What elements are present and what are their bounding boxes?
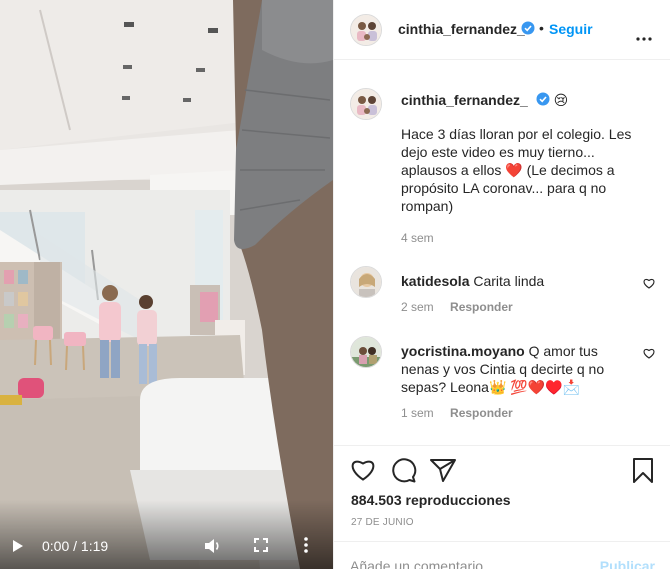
more-options-icon[interactable] — [636, 28, 652, 44]
avatar[interactable] — [350, 88, 382, 120]
duration: 1:19 — [80, 538, 109, 554]
verified-badge-icon — [536, 92, 550, 110]
video-player[interactable]: 0:00 / 1:19 — [0, 0, 333, 569]
video-frame — [0, 0, 333, 569]
comment-time[interactable]: 2 sem — [401, 300, 434, 314]
play-icon[interactable] — [12, 539, 24, 556]
reply-button[interactable]: Responder — [450, 406, 513, 420]
caption-text: Hace 3 días lloran por el colegio. Les d… — [401, 126, 632, 214]
comment-meta: 1 sem Responder — [401, 406, 513, 420]
add-comment-input[interactable]: Añade un comentario... — [350, 558, 495, 569]
caption-emoji: 😢 — [553, 93, 569, 109]
comment-bubble-icon[interactable] — [391, 458, 417, 487]
verified-badge-icon — [521, 21, 535, 38]
share-paper-plane-icon[interactable] — [430, 458, 456, 485]
time-separator: / — [73, 538, 78, 554]
comment-meta: 2 sem Responder — [401, 300, 513, 314]
publish-button[interactable]: Publicar — [600, 558, 655, 569]
comment-username[interactable]: katidesola — [401, 273, 469, 289]
save-bookmark-icon[interactable] — [632, 458, 654, 487]
post-header: cinthia_fernandez_ • Seguir — [334, 0, 670, 60]
like-heart-icon[interactable] — [350, 458, 376, 485]
comment-item: katidesola Carita linda 2 sem Responder — [350, 266, 655, 326]
comment-username[interactable]: yocristina.moyano — [401, 343, 525, 359]
caption: cinthia_fernandez_ 😢 Hace 3 días lloran … — [350, 88, 655, 248]
post-date[interactable]: 27 DE JUNIO — [351, 517, 414, 528]
video-time: 0:00 / 1:19 — [42, 538, 108, 554]
current-time: 0:00 — [42, 538, 70, 554]
avatar[interactable] — [350, 336, 382, 368]
header-separator: • — [539, 20, 544, 36]
post-actions: 884.503 reproducciones 27 DE JUNIO — [334, 445, 670, 541]
avatar[interactable] — [350, 266, 382, 298]
volume-icon[interactable] — [204, 538, 222, 557]
caption-time[interactable]: 4 sem — [401, 231, 434, 245]
comment-content: Carita linda — [473, 273, 545, 289]
reply-button[interactable]: Responder — [450, 300, 513, 314]
caption-username[interactable]: cinthia_fernandez_ — [401, 92, 528, 108]
video-controls: 0:00 / 1:19 — [0, 525, 333, 569]
header-username[interactable]: cinthia_fernandez_ — [398, 21, 525, 37]
view-count[interactable]: 884.503 reproducciones — [351, 492, 511, 508]
more-options-icon[interactable] — [304, 537, 308, 556]
comment-text: katidesola Carita linda — [401, 272, 635, 290]
like-comment-heart-icon[interactable] — [643, 276, 655, 292]
fullscreen-icon[interactable] — [254, 538, 268, 555]
comment-time[interactable]: 1 sem — [401, 406, 434, 420]
caption-header: cinthia_fernandez_ 😢 — [401, 91, 635, 110]
comment-text: yocristina.moyano Q amor tus nenas y vos… — [401, 342, 635, 396]
like-comment-heart-icon[interactable] — [643, 346, 655, 362]
comment-item: yocristina.moyano Q amor tus nenas y vos… — [350, 336, 655, 426]
add-comment-bar: Añade un comentario... Publicar — [334, 541, 670, 569]
post-panel: cinthia_fernandez_ • Seguir cinthia_fern… — [333, 0, 670, 569]
comments-list: cinthia_fernandez_ 😢 Hace 3 días lloran … — [334, 61, 670, 444]
follow-button[interactable]: Seguir — [549, 21, 593, 37]
avatar[interactable] — [350, 14, 382, 46]
